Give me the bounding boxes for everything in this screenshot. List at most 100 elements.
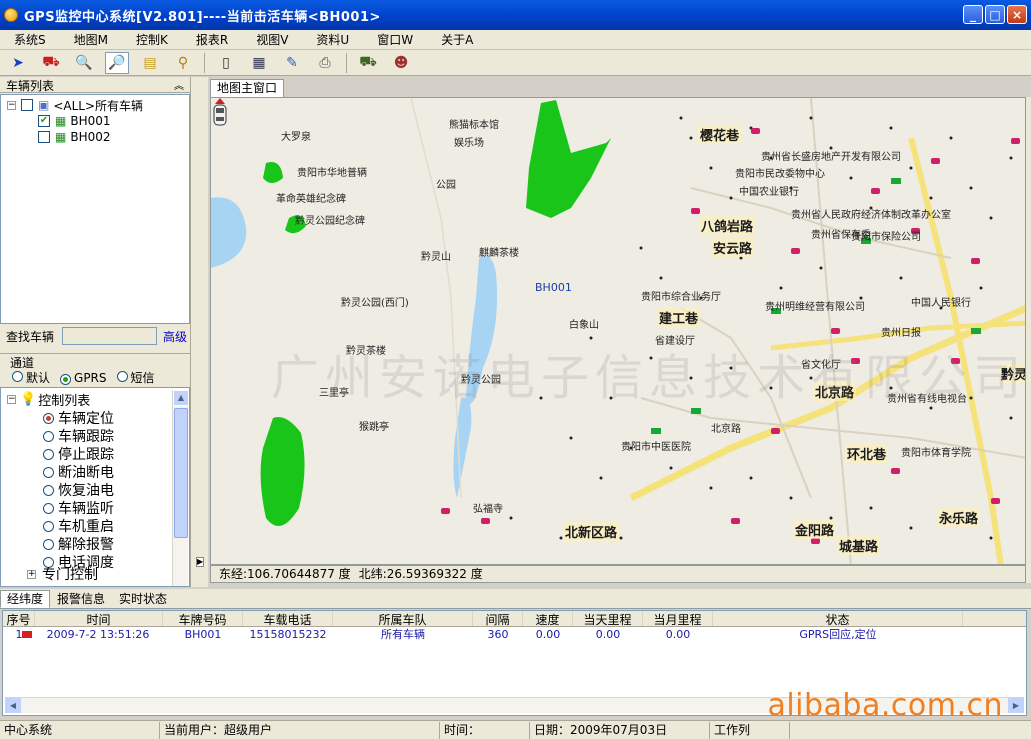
- tree-vehicle-bh001[interactable]: ✔ ▦ BH001: [38, 113, 111, 129]
- column-header[interactable]: 状态: [713, 611, 963, 626]
- map-label: 麒麟茶楼: [479, 248, 519, 259]
- tab-coordinates[interactable]: 经纬度: [0, 590, 51, 608]
- maximize-button[interactable]: □: [985, 5, 1005, 24]
- map-label: 贵阳市综合业务厅: [641, 292, 721, 303]
- status-system: 中心系统: [0, 721, 160, 739]
- cell-phone: 15158015232: [249, 628, 327, 641]
- map-label: 黔灵公园纪念碑: [295, 216, 365, 227]
- map-label: 中国农业银行: [739, 187, 799, 198]
- document-icon[interactable]: ▯: [214, 52, 238, 74]
- checkbox-bh001[interactable]: ✔: [38, 115, 50, 127]
- people-icon[interactable]: ☻: [389, 52, 413, 74]
- control-sub-special[interactable]: + 专门控制: [27, 564, 98, 584]
- control-item-cut-fuel[interactable]: 断油断电: [43, 462, 114, 482]
- map-label: 大罗泉: [281, 132, 311, 143]
- film-icon[interactable]: ▤: [138, 52, 162, 74]
- scroll-right-icon[interactable]: ▶: [1008, 698, 1024, 713]
- menu-system[interactable]: 系统S: [0, 31, 60, 48]
- tree-root[interactable]: − ▣ <ALL>所有车辆: [7, 97, 143, 113]
- column-header[interactable]: 时间: [35, 611, 163, 626]
- longitude-value: 106.70644877 度: [247, 567, 351, 581]
- control-list-scrollbar[interactable]: ▲: [172, 390, 189, 586]
- control-item-locate[interactable]: 车辆定位: [43, 408, 114, 428]
- checkbox-all[interactable]: [21, 99, 33, 111]
- map-label-big: 永乐路: [937, 508, 981, 527]
- column-header[interactable]: 车牌号码: [163, 611, 243, 626]
- print-icon[interactable]: ⎙: [313, 52, 337, 74]
- column-header[interactable]: 当月里程: [643, 611, 713, 626]
- map-label-big: 环北巷: [845, 444, 889, 463]
- control-item-clear-alarm[interactable]: 解除报警: [43, 534, 114, 554]
- cell-time: 2009-7-2 13:51:26: [46, 628, 150, 641]
- checkbox-bh002[interactable]: [38, 131, 50, 143]
- menu-view[interactable]: 视图V: [242, 31, 302, 48]
- menu-data[interactable]: 资料U: [302, 31, 363, 48]
- company-watermark: 广州安诺电子信息技术有限公司: [271, 350, 1026, 406]
- find-vehicle-input[interactable]: [62, 327, 158, 345]
- control-item-restore-fuel[interactable]: 恢复油电: [43, 480, 114, 500]
- menu-report[interactable]: 报表R: [182, 31, 242, 48]
- minus-icon[interactable]: −: [7, 100, 16, 110]
- left-panel: 车辆列表 ︽ − ▣ <ALL>所有车辆 ✔ ▦ BH001 ▦ BH002 查…: [0, 77, 190, 587]
- menu-control[interactable]: 控制K: [122, 31, 182, 48]
- advanced-link[interactable]: 高级: [163, 328, 187, 345]
- window-title: GPS监控中心系统[V2.801]----当前击活车辆<BH001>: [24, 9, 381, 25]
- map-label: 中国人民银行: [911, 298, 971, 309]
- pen-icon[interactable]: ✎: [280, 52, 304, 74]
- vehicle-marker-icon[interactable]: [211, 98, 229, 128]
- scroll-left-icon[interactable]: ◀: [5, 698, 21, 713]
- taskbar-button[interactable]: 工作列: [710, 721, 790, 739]
- report-icon[interactable]: ▦: [247, 52, 271, 74]
- pointer-icon[interactable]: ➤: [6, 52, 30, 74]
- table-row[interactable]: 1 2009-7-2 13:51:26 BH001 15158015232 所有…: [3, 627, 1026, 643]
- column-header[interactable]: 所属车队: [333, 611, 473, 626]
- control-list: − 💡 控制列表 车辆定位 车辆跟踪 停止跟踪 断油断电 恢复油电 车辆监听 车…: [0, 387, 190, 587]
- control-item-listen[interactable]: 车辆监听: [43, 498, 114, 518]
- control-item-restart[interactable]: 车机重启: [43, 516, 114, 536]
- column-header[interactable]: 速度: [523, 611, 573, 626]
- menu-window[interactable]: 窗口W: [363, 31, 427, 48]
- map-label: 白象山: [569, 320, 599, 331]
- panel-splitter[interactable]: ▶: [190, 77, 208, 587]
- control-item-stop-track[interactable]: 停止跟踪: [43, 444, 114, 464]
- column-header[interactable]: 当天里程: [573, 611, 643, 626]
- map-label: 黔灵山: [421, 252, 451, 263]
- channel-sms-radio[interactable]: 短信: [116, 369, 155, 386]
- tab-realtime-status[interactable]: 实时状态: [112, 590, 174, 608]
- find-vehicle-row: 查找车辆 高级: [0, 325, 190, 347]
- control-item-track[interactable]: 车辆跟踪: [43, 426, 114, 446]
- zoom-in-icon[interactable]: 🔍: [72, 52, 96, 74]
- app-icon: [4, 8, 18, 22]
- minimize-button[interactable]: _: [963, 5, 983, 24]
- column-header[interactable]: 序号: [3, 611, 35, 626]
- splitter-grip-icon[interactable]: ▶: [196, 557, 204, 567]
- scroll-thumb[interactable]: [174, 408, 188, 538]
- title-bar: GPS监控中心系统[V2.801]----当前击活车辆<BH001> _ □ ×: [0, 0, 1031, 30]
- car-icon[interactable]: ⛟: [39, 52, 63, 74]
- collapse-icon[interactable]: ︽: [174, 77, 184, 92]
- scroll-up-icon[interactable]: ▲: [173, 390, 189, 406]
- tree-vehicle-bh002[interactable]: ▦ BH002: [38, 129, 111, 145]
- control-list-header[interactable]: − 💡 控制列表: [7, 390, 90, 409]
- close-button[interactable]: ×: [1007, 5, 1027, 24]
- menu-map[interactable]: 地图M: [60, 31, 122, 48]
- channel-gprs-radio[interactable]: GPRS: [60, 371, 107, 385]
- zoom-out-icon[interactable]: 🔎: [105, 51, 129, 74]
- column-header[interactable]: 车载电话: [243, 611, 333, 626]
- map-label-big: 八鸽岩路: [699, 216, 756, 235]
- map-view[interactable]: 樱花巷 八鸽岩路 安云路 建工巷 北京路 环北巷 北新区路 金阳路 城基路 永乐…: [210, 97, 1026, 565]
- column-header[interactable]: 间隔: [473, 611, 523, 626]
- find-vehicle-label: 查找车辆: [6, 329, 55, 344]
- menu-about[interactable]: 关于A: [427, 31, 487, 48]
- minus-icon[interactable]: −: [7, 395, 16, 404]
- fleet-icon: ▣: [38, 98, 50, 112]
- cell-speed: 0.00: [535, 628, 561, 641]
- channel-default-radio[interactable]: 默认: [12, 369, 50, 386]
- tab-map-main[interactable]: 地图主窗口: [210, 79, 285, 97]
- coordinate-bar: 东经:106.70644877 度 北纬:26.59369322 度: [210, 565, 1026, 583]
- magnifier-icon[interactable]: ⚲: [171, 52, 195, 74]
- map-label: 北京路: [711, 424, 741, 435]
- plus-icon[interactable]: +: [27, 569, 36, 579]
- truck-icon[interactable]: ⛟: [356, 52, 380, 74]
- tab-alarm-info[interactable]: 报警信息: [50, 590, 112, 608]
